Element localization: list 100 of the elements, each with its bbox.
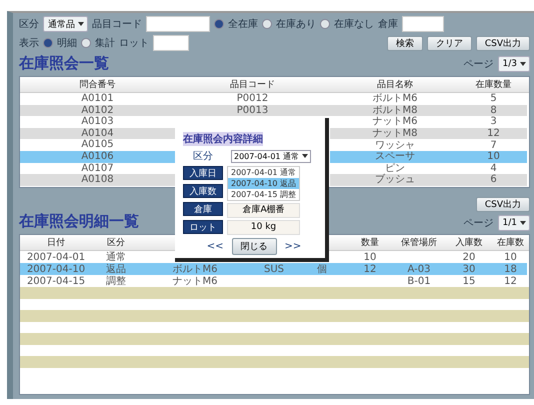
table-cell[interactable]: A0104 (20, 128, 175, 140)
type-select[interactable]: 通常品 (43, 16, 88, 32)
radio-label: 集計 (95, 36, 115, 50)
table-cell-text: 12 (362, 264, 378, 274)
next-button[interactable]: >> (284, 241, 302, 252)
table-cell[interactable]: A0108 (20, 174, 175, 186)
table-row[interactable]: スペーサ 10 (330, 150, 527, 163)
column-header[interactable]: 数量 (346, 236, 394, 249)
table-cell-text: A-03 (406, 264, 432, 274)
table-cell-text: 8 (489, 104, 498, 116)
radio-button[interactable] (262, 19, 272, 29)
table-cell-text: A0102 (80, 104, 115, 116)
table-cell[interactable]: A0103 (20, 116, 175, 128)
type-label: 区分 (19, 18, 39, 31)
table-cell-text: 7 (489, 140, 498, 151)
radio-button[interactable] (81, 38, 91, 48)
column-header[interactable]: 入庫数 (444, 236, 494, 249)
lot-field[interactable] (153, 35, 189, 51)
table-cell-text: ボルトM8 (372, 104, 418, 116)
radio-label: 在庫なし (334, 18, 374, 31)
field-button[interactable]: ロット (183, 220, 223, 234)
table-cell-text: 10 (486, 151, 501, 162)
value-field: 倉庫A棚番 (227, 203, 300, 218)
table-cell[interactable]: A0106 (20, 150, 175, 163)
table-cell-text: 6 (489, 174, 498, 186)
previous-button[interactable]: << (206, 241, 224, 252)
table-cell-text: ボルトM6 (172, 264, 218, 274)
radio-button[interactable] (214, 19, 224, 29)
dropdown-option[interactable]: 2007-04-01 通常 (228, 167, 300, 178)
column-header[interactable]: 在庫数量 (460, 78, 527, 91)
table-cell-text: 20 (462, 252, 476, 262)
table-cell-text: 3 (489, 116, 498, 128)
date-select[interactable]: 2007-04-01 通常 (231, 150, 312, 162)
table-cell-text: 2007-04-01 (26, 252, 86, 262)
page-label: ページ (464, 217, 494, 230)
field-button[interactable]: 倉庫 (183, 202, 223, 216)
column-header[interactable]: 品目名称 (330, 78, 460, 91)
caret-icon (78, 22, 84, 26)
lot-label: ロット (119, 37, 149, 50)
dropdown-option[interactable]: 2007-04-10 返品 (228, 178, 300, 189)
caret-icon (520, 221, 526, 225)
page-select[interactable]: 1/3 (498, 56, 530, 72)
page-select[interactable]: 1/1 (498, 215, 530, 231)
column-header[interactable]: 区分 (92, 236, 140, 249)
table-cell-text: ナットM8 (372, 128, 418, 140)
column-header[interactable]: 在庫数 (494, 236, 527, 249)
dialog-title: 在庫照会内容詳細 (183, 132, 263, 146)
csv-button[interactable]: CSV出力 (476, 197, 530, 212)
radio-label: 明細 (57, 37, 77, 50)
column-header[interactable]: 問合番号 (20, 78, 175, 91)
table-cell-text: ボルトM6 (372, 93, 418, 104)
toolbar-button[interactable]: CSV出力 (476, 36, 530, 50)
table-cell-text: ナットM6 (372, 116, 418, 128)
table-row[interactable]: ブッシュ 6 (330, 174, 527, 186)
section-title: 在庫照会一覧 (19, 54, 109, 73)
table-row[interactable]: 2007-04-15 調整 ナットM6 B-01 15 12 (20, 275, 527, 287)
table-row[interactable]: ナットM8 12 (330, 128, 527, 140)
table-cell[interactable]: A0107 (20, 162, 175, 174)
table-row[interactable]: 2007-04-10 返品 ボルトM6 SUS 個 12 A-03 30 18 (20, 263, 527, 275)
column-header[interactable]: 保管場所 (394, 236, 444, 249)
table-cell-text: 10 (362, 252, 378, 262)
radio-label: 在庫あり (276, 18, 316, 31)
column-header[interactable]: 品目コード (175, 78, 330, 91)
code-label: 品目コード (92, 18, 142, 31)
table-cell-text: P0013 (236, 104, 270, 116)
table-row[interactable]: A0102 P0013 ボルトM8 8 (20, 104, 527, 116)
table-cell-text: SUS (262, 264, 285, 274)
radio-button[interactable] (320, 19, 330, 29)
close-button[interactable]: 閉じる (232, 238, 276, 255)
field-button[interactable]: 入庫数 (183, 184, 223, 198)
table-row[interactable]: A0101 P0012 ボルトM6 5 (20, 93, 527, 105)
code-field[interactable] (146, 16, 210, 32)
table-cell-text: 調整 (105, 276, 127, 286)
table-row[interactable]: ワッシャ 7 (330, 139, 527, 151)
column-header[interactable]: 日付 (20, 236, 92, 249)
table-cell-text: A0101 (80, 93, 115, 104)
field-button[interactable]: 入庫日 (183, 166, 223, 180)
table-cell-text: 4 (489, 162, 498, 174)
table-row[interactable]: ナットM6 3 (330, 116, 527, 128)
table-cell-text: 個 (316, 264, 328, 274)
radio-button[interactable] (43, 38, 53, 48)
table-cell-text: 12 (486, 128, 501, 140)
table-row[interactable]: 10 20 10 (346, 251, 527, 263)
table-cell-text: スペーサ (374, 151, 416, 162)
section-title: 在庫照会明細一覧 (19, 212, 139, 231)
caret-icon (302, 154, 308, 158)
table-cell[interactable]: A0105 (20, 139, 175, 151)
type-label: 区分 (192, 150, 214, 163)
toolbar-button[interactable]: クリア (426, 36, 472, 50)
table-row[interactable]: ピン 4 (330, 162, 527, 174)
value-field: 10 kg (227, 220, 300, 235)
table-cell-text: 2007-04-15 (26, 276, 86, 286)
toolbar-button[interactable]: 検索 (386, 36, 423, 50)
dropdown-option[interactable]: 2007-04-15 調整 (228, 189, 300, 200)
table-cell-text: 返品 (105, 264, 127, 274)
table-cell-text: 12 (503, 276, 518, 286)
table-cell-text: 30 (462, 264, 476, 274)
warehouse-field[interactable] (402, 16, 444, 32)
caret-icon (520, 62, 526, 66)
table-row[interactable]: 2007-04-01 通常 (20, 251, 140, 263)
